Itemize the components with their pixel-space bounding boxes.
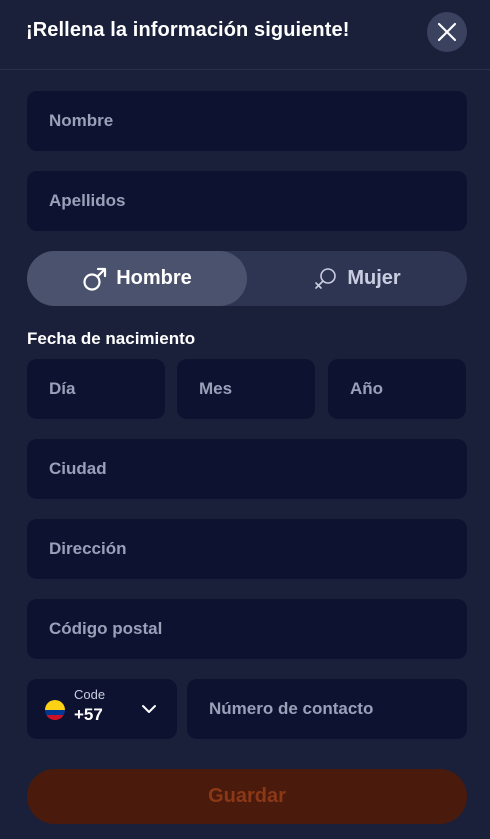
postal-code-field[interactable]: Código postal [27, 599, 467, 659]
birth-day-placeholder: Día [49, 379, 76, 398]
gender-female-label: Mujer [347, 267, 401, 289]
last-name-placeholder: Apellidos [49, 191, 126, 210]
address-placeholder: Dirección [49, 539, 127, 558]
female-symbol-icon [315, 267, 337, 289]
gender-toggle: Hombre Mujer [27, 251, 467, 306]
address-field[interactable]: Dirección [27, 519, 467, 579]
modal-header: ¡Rellena la información siguiente! [0, 0, 490, 70]
phone-number-field[interactable]: Número de contacto [187, 679, 467, 739]
birth-date-label: Fecha de nacimiento [27, 329, 196, 348]
birth-day-field[interactable]: Día [27, 359, 165, 419]
birth-month-field[interactable]: Mes [177, 359, 315, 419]
gender-male-option[interactable]: Hombre [27, 251, 247, 306]
save-button[interactable]: Guardar [27, 769, 467, 824]
first-name-placeholder: Nombre [49, 111, 114, 130]
birth-year-placeholder: Año [350, 379, 384, 398]
gender-male-label: Hombre [116, 267, 192, 289]
close-button[interactable] [427, 12, 467, 52]
gender-female-option[interactable]: Mujer [247, 251, 467, 306]
save-button-label: Guardar [208, 785, 286, 807]
last-name-field[interactable]: Apellidos [27, 171, 467, 231]
colombia-flag-icon [45, 700, 65, 720]
chevron-down-icon [142, 705, 156, 713]
first-name-field[interactable]: Nombre [27, 91, 467, 151]
city-placeholder: Ciudad [49, 459, 107, 478]
birth-year-field[interactable]: Año [328, 359, 466, 419]
country-code-value: +57 [74, 705, 103, 724]
city-field[interactable]: Ciudad [27, 439, 467, 499]
close-icon [437, 22, 457, 42]
birth-month-placeholder: Mes [199, 379, 233, 398]
page-title: ¡Rellena la información siguiente! [26, 19, 350, 41]
male-symbol-icon [83, 267, 107, 291]
phone-number-placeholder: Número de contacto [209, 699, 374, 718]
country-code-label: Code [74, 687, 106, 702]
country-code-select[interactable]: Code +57 [27, 679, 177, 739]
postal-code-placeholder: Código postal [49, 619, 163, 638]
